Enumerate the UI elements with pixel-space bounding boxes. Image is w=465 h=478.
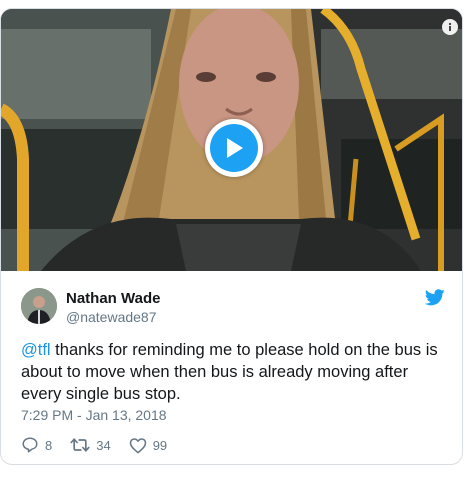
mention-link[interactable]: @tfl — [21, 341, 51, 359]
retweet-count: 34 — [96, 437, 111, 453]
embedded-tweet-card: Nathan Wade @natewade87 @tfl thanks for … — [0, 8, 463, 465]
video-player[interactable] — [1, 9, 462, 271]
info-icon[interactable] — [442, 19, 458, 35]
heart-icon — [129, 437, 146, 453]
play-icon — [227, 138, 243, 158]
like-button[interactable]: 99 — [129, 437, 167, 454]
tweet-header: Nathan Wade @natewade87 — [21, 288, 445, 328]
play-button[interactable] — [205, 119, 263, 177]
avatar[interactable] — [21, 288, 57, 324]
reply-icon — [22, 437, 38, 453]
reply-count: 8 — [45, 437, 53, 453]
retweet-icon — [70, 438, 90, 452]
tweet-text: @tfl thanks for reminding me to please h… — [21, 339, 445, 405]
retweet-button[interactable]: 34 — [70, 436, 111, 454]
twitter-bird-icon[interactable] — [425, 289, 445, 306]
author-handle[interactable]: @natewade87 — [66, 309, 157, 325]
tweet-text-body: thanks for reminding me to please hold o… — [21, 341, 438, 403]
author-name[interactable]: Nathan Wade — [66, 290, 160, 307]
tweet-actions: 8 34 99 — [21, 435, 185, 455]
tweet-timestamp[interactable]: 7:29 PM - Jan 13, 2018 — [21, 407, 167, 423]
like-count: 99 — [152, 437, 168, 453]
reply-button[interactable]: 8 — [21, 436, 52, 454]
